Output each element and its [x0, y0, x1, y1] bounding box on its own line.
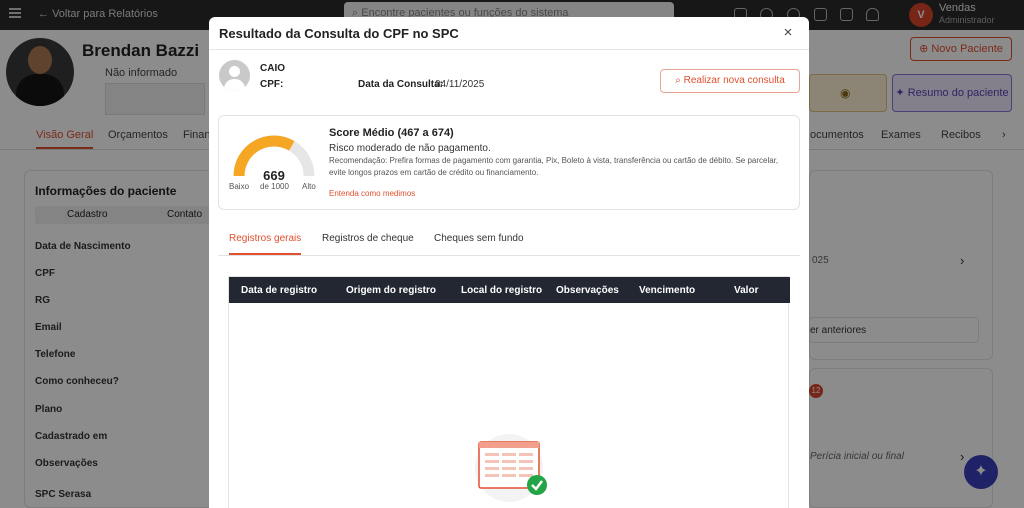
- check-circle-icon: [527, 475, 547, 495]
- score-value: 669: [263, 168, 285, 183]
- score-max-label: de 1000: [260, 182, 289, 191]
- avatar-body: [224, 79, 245, 91]
- tab-registros-gerais[interactable]: Registros gerais: [229, 233, 302, 255]
- records-tabs: Registros gerais Registros de cheque Che…: [218, 230, 800, 256]
- column-header: Valor: [734, 285, 759, 296]
- column-header: Observações: [556, 285, 619, 296]
- column-header: Origem do registro: [346, 285, 437, 296]
- score-recommendation: Recomendação: Prefira formas de pagament…: [329, 156, 779, 177]
- person-avatar-icon: [219, 60, 250, 91]
- close-icon[interactable]: ×: [780, 25, 796, 41]
- empty-state-illustration: [475, 434, 547, 502]
- column-header: Data de registro: [241, 285, 318, 296]
- column-header: Vencimento: [639, 285, 696, 296]
- cpf-label: CPF:: [260, 79, 284, 90]
- query-date-value: 04/11/2025: [435, 79, 485, 90]
- table-header: Data de registro Origem do registro Loca…: [229, 277, 790, 303]
- gauge-high-label: Alto: [302, 182, 316, 191]
- score-card: 669 de 1000 Baixo Alto Score Médio (467 …: [218, 115, 800, 210]
- query-date-label: Data da Consulta:: [358, 79, 444, 90]
- column-header: Local do registro: [461, 285, 543, 296]
- app-page: ← Voltar para Relatórios ⌕ Encontre paci…: [0, 0, 1024, 508]
- search-icon: ⌕: [675, 75, 681, 86]
- score-explanation-link[interactable]: Entenda como medimos: [329, 189, 415, 198]
- records-table: Data de registro Origem do registro Loca…: [228, 276, 790, 508]
- tab-cheques-sem-fundo[interactable]: Cheques sem fundo: [434, 233, 524, 253]
- modal-header: Resultado da Consulta do CPF no SPC ×: [209, 17, 809, 50]
- new-query-label: Realizar nova consulta: [683, 75, 785, 86]
- score-risk: Risco moderado de não pagamento.: [329, 143, 491, 154]
- avatar-head: [229, 66, 240, 77]
- gauge-low-label: Baixo: [229, 182, 250, 191]
- cpf-field: CPF:: [260, 79, 283, 90]
- spc-result-modal: Resultado da Consulta do CPF no SPC × CA…: [209, 17, 809, 508]
- illus-sheet-header: [479, 442, 539, 448]
- tab-registros-cheque[interactable]: Registros de cheque: [322, 233, 414, 253]
- person-name: CAIO: [260, 63, 285, 74]
- score-title: Score Médio (467 a 674): [329, 127, 454, 139]
- new-query-button[interactable]: ⌕ Realizar nova consulta: [660, 69, 800, 93]
- modal-title: Resultado da Consulta do CPF no SPC: [219, 26, 459, 41]
